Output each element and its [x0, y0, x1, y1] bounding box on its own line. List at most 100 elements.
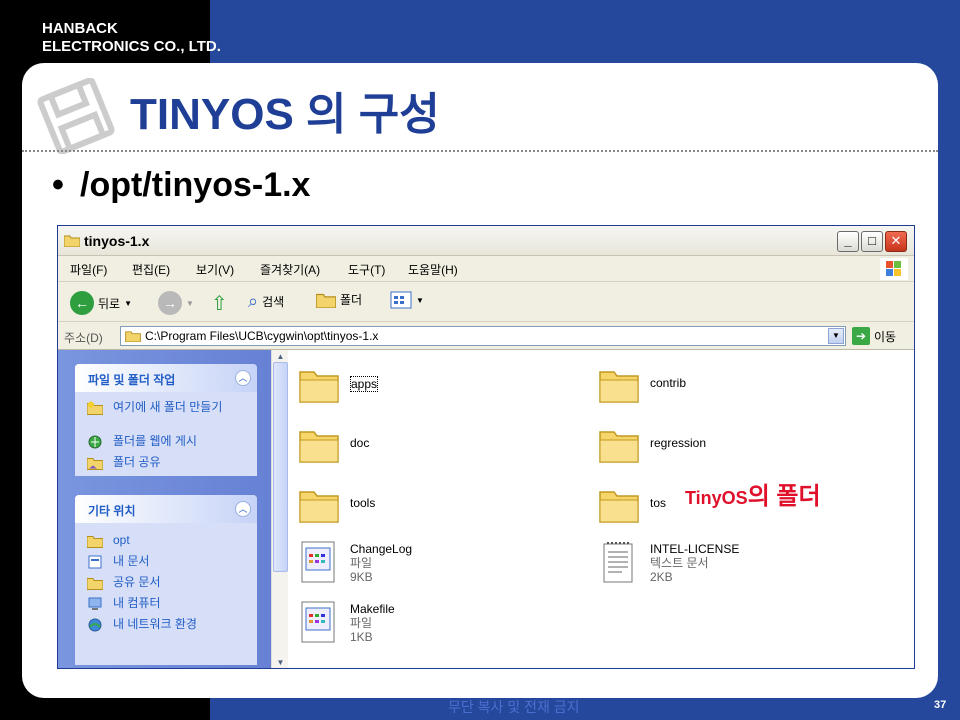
- place-label: 내 문서: [113, 554, 150, 568]
- scroll-down-icon[interactable]: ▼: [273, 656, 288, 668]
- file-item-regression[interactable]: regression: [598, 424, 706, 464]
- bullet-item: •/opt/tinyos-1.x: [52, 166, 311, 204]
- collapse-icon[interactable]: ︿: [235, 501, 251, 517]
- folder-icon: [599, 431, 639, 463]
- folder-icon: [125, 331, 141, 342]
- place-label: 내 컴퓨터: [113, 596, 161, 610]
- task-pane-scrollbar[interactable]: ▲ ▼: [271, 350, 288, 668]
- panel-title: 기타 위치: [88, 504, 136, 518]
- panel-header[interactable]: 기타 위치 ︿: [75, 495, 257, 523]
- menu-edit[interactable]: 편집(E): [132, 261, 170, 278]
- collapse-icon[interactable]: ︿: [235, 370, 251, 386]
- file-name: tos: [650, 496, 667, 510]
- folders-button[interactable]: 폴더: [316, 291, 362, 308]
- network-icon: [88, 618, 102, 632]
- new-folder-icon: [87, 401, 103, 415]
- task-publish-web[interactable]: 폴더를 웹에 게시: [75, 432, 257, 453]
- forward-button[interactable]: → ▼: [158, 291, 194, 315]
- close-button[interactable]: ✕: [885, 231, 907, 252]
- view-grid-icon: [390, 291, 412, 309]
- file-type: 파일: [350, 616, 373, 630]
- file-item-intel-license[interactable]: INTEL-LICENSE 텍스트 문서 2KB: [598, 540, 739, 584]
- text-document-icon: [603, 542, 633, 583]
- file-type: 텍스트 문서: [650, 556, 709, 570]
- place-opt[interactable]: opt: [75, 531, 257, 552]
- dropdown-arrow-icon: ▼: [416, 295, 424, 305]
- menu-help[interactable]: 도움말(H): [408, 261, 458, 278]
- file-size: 9KB: [350, 570, 373, 584]
- address-dropdown-button[interactable]: ▼: [828, 328, 844, 344]
- file-item-contrib[interactable]: contrib: [598, 364, 686, 404]
- my-computer-icon: [88, 597, 102, 610]
- up-folder-button[interactable]: ⇧: [211, 291, 228, 316]
- address-input[interactable]: C:\Program Files\UCB\cygwin\opt\tinyos-1…: [120, 326, 846, 346]
- scrollbar-thumb[interactable]: [273, 362, 288, 572]
- windows-logo-icon: [880, 258, 908, 280]
- file-details: ChangeLog 파일 9KB: [350, 542, 412, 584]
- file-item-makefile[interactable]: Makefile 파일 1KB: [298, 600, 395, 644]
- web-publish-icon: [88, 435, 102, 449]
- file-name: INTEL-LICENSE: [650, 542, 740, 556]
- task-label: 폴더를 웹에 게시: [113, 434, 197, 448]
- address-label: 주소(D): [64, 331, 103, 345]
- go-button[interactable]: ➔ 이동: [852, 327, 896, 345]
- folder-icon: [299, 491, 339, 523]
- bullet-text: /opt/tinyos-1.x: [80, 166, 311, 204]
- place-shared-documents[interactable]: 공유 문서: [75, 573, 257, 594]
- file-item-doc[interactable]: doc: [298, 424, 369, 464]
- place-label: 내 네트워크 환경: [113, 617, 197, 631]
- panel-title: 파일 및 폴더 작업: [88, 373, 176, 387]
- menu-bar: 파일(F) 편집(E) 보기(V) 즐겨찾기(A) 도구(T) 도움말(H): [58, 256, 914, 282]
- file-name: ChangeLog: [350, 542, 413, 556]
- folder-icon: [599, 491, 639, 523]
- file-size: 2KB: [650, 570, 673, 584]
- search-button[interactable]: ⌕ 검색: [248, 291, 284, 312]
- dropdown-arrow-icon: ▼: [124, 298, 133, 308]
- place-my-computer[interactable]: 내 컴퓨터: [75, 594, 257, 615]
- file-name: contrib: [650, 376, 687, 390]
- go-label: 이동: [874, 329, 897, 344]
- back-label: 뒤로: [98, 296, 121, 311]
- task-label: 폴더 공유: [113, 455, 161, 469]
- folder-icon: [64, 235, 80, 247]
- menu-favorites[interactable]: 즐겨찾기(A): [260, 261, 320, 278]
- address-bar: 주소(D) C:\Program Files\UCB\cygwin\opt\ti…: [58, 322, 914, 350]
- place-network[interactable]: 내 네트워크 환경: [75, 615, 257, 636]
- task-new-folder[interactable]: 여기에 새 폴더 만들기: [75, 398, 257, 432]
- window-title: tinyos-1.x: [84, 233, 150, 249]
- file-name: tools: [350, 496, 376, 510]
- company-line1: HANBACK: [42, 20, 118, 37]
- file-name: regression: [650, 436, 707, 450]
- folder-icon: [87, 536, 103, 548]
- views-button[interactable]: ▼: [390, 291, 424, 309]
- file-name: apps: [350, 376, 379, 392]
- scroll-up-icon[interactable]: ▲: [273, 350, 288, 364]
- other-places-panel: 기타 위치 ︿ opt 내 문서 공유 문서 내 컴퓨터 내 네트워크 환경: [75, 495, 257, 665]
- my-documents-icon: [88, 555, 102, 569]
- file-item-apps[interactable]: apps: [298, 364, 379, 404]
- panel-header[interactable]: 파일 및 폴더 작업 ︿: [75, 364, 257, 392]
- page-number: 37: [934, 699, 947, 711]
- file-icon: [301, 541, 335, 583]
- window-titlebar[interactable]: tinyos-1.x _ □ ✕: [58, 226, 914, 256]
- minimize-button[interactable]: _: [837, 231, 859, 252]
- menu-tools[interactable]: 도구(T): [348, 261, 385, 278]
- task-label: 여기에 새 폴더 만들기: [113, 400, 223, 414]
- folder-icon: [299, 431, 339, 463]
- back-button[interactable]: ← 뒤로 ▼: [70, 291, 132, 315]
- up-folder-icon: ⇧: [211, 293, 228, 315]
- menu-file[interactable]: 파일(F): [70, 261, 107, 278]
- file-name: Makefile: [350, 602, 395, 616]
- file-item-tos[interactable]: tos: [598, 484, 666, 524]
- file-folder-tasks-panel: 파일 및 폴더 작업 ︿ 여기에 새 폴더 만들기 폴더를 웹에 게시 폴더 공…: [75, 364, 257, 476]
- annotation-english: TinyOS: [685, 488, 748, 508]
- toolbar: ← 뒤로 ▼ → ▼ ⇧ ⌕ 검색 폴더 ▼: [58, 282, 914, 322]
- file-item-changelog[interactable]: ChangeLog 파일 9KB: [298, 540, 412, 584]
- maximize-button[interactable]: □: [861, 231, 883, 252]
- file-item-tools[interactable]: tools: [298, 484, 375, 524]
- file-name: doc: [350, 436, 370, 450]
- menu-view[interactable]: 보기(V): [196, 261, 234, 278]
- task-share-folder[interactable]: 폴더 공유: [75, 453, 257, 474]
- place-my-documents[interactable]: 내 문서: [75, 552, 257, 573]
- shared-documents-icon: [87, 578, 103, 590]
